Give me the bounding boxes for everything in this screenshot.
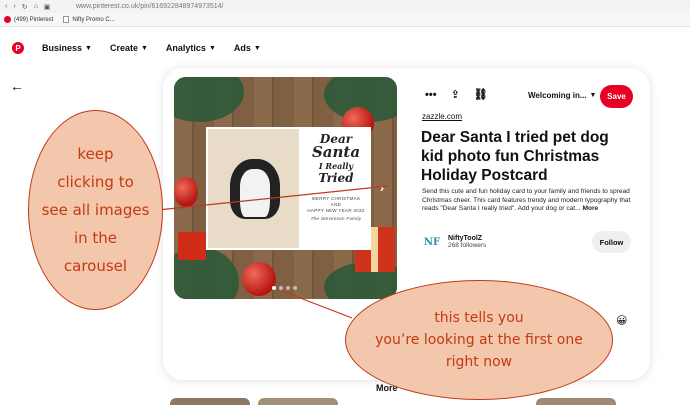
greeting-line: AND (330, 202, 342, 207)
bookmark-label: Nifty Promo C... (72, 16, 115, 23)
dog-photo (230, 159, 280, 219)
url-text[interactable]: www.pinterest.co.uk/pin/6169228489749735… (76, 3, 224, 10)
script-line: Santa (311, 143, 361, 161)
chevron-down-icon: ▼ (208, 44, 216, 52)
related-pin-thumbnail[interactable] (258, 398, 338, 405)
pinterest-logo-icon[interactable]: P (12, 42, 24, 54)
carousel-next-arrow-icon[interactable]: › (380, 181, 384, 195)
more-options-icon[interactable]: ••• (425, 89, 437, 101)
follow-button[interactable]: Follow (592, 231, 631, 253)
nav-label: Analytics (165, 43, 206, 53)
creator-name[interactable]: NiftyToolZ (448, 235, 486, 242)
carousel-dot[interactable] (293, 286, 297, 290)
annotation-line: right now (445, 354, 513, 370)
related-pin-thumbnail[interactable] (170, 398, 250, 405)
browser-nav-buttons: ‹ › ↻ ⌂ ▣ (0, 3, 70, 11)
chevron-down-icon: ▼ (253, 44, 261, 52)
related-pin-thumbnail[interactable] (536, 398, 616, 405)
bookmark-label: (499) Pinterest (14, 16, 54, 23)
nav-label: Business (42, 43, 83, 53)
creator-info[interactable]: NF NiftyToolZ 268 followers (422, 232, 486, 252)
pin-action-bar: ••• ⇪ ⛓ (425, 88, 488, 102)
reload-icon[interactable]: ↻ (22, 3, 28, 11)
pinterest-favicon-icon (4, 16, 11, 23)
family-name: The Stevenson Family (310, 216, 362, 221)
nav-business[interactable]: Business ▼ (42, 43, 92, 53)
nav-ads[interactable]: Ads ▼ (234, 43, 261, 53)
creator-avatar: NF (423, 236, 441, 248)
follower-count: 268 followers (448, 242, 487, 249)
annotation-line: in the (73, 229, 118, 247)
carousel-indicator (272, 286, 297, 290)
board-selector[interactable]: Welcoming in... ▼ (528, 91, 596, 100)
annotation-line: see all images (41, 201, 150, 219)
annotation-line: this tells you (434, 310, 524, 326)
annotation-line: you’re looking at the first one (375, 332, 583, 348)
ornament-ball (174, 177, 198, 207)
more-link[interactable]: More (582, 205, 598, 212)
annotation-line: keep (77, 145, 114, 163)
bookmark-pinterest[interactable]: (499) Pinterest (4, 16, 53, 23)
bookmarks-bar: (499) Pinterest Nifty Promo C... (0, 13, 690, 27)
lock-icon: ▣ (43, 3, 51, 11)
postcard-photo (206, 127, 301, 250)
board-name: Welcoming in... (528, 91, 587, 100)
pinterest-header: P Business ▼ Create ▼ Analytics ▼ Ads ▼ (0, 27, 690, 69)
carousel-dot[interactable] (286, 286, 290, 290)
pin-image-carousel[interactable]: Dear Santa I Really Tried MERRY CHRISTMA… (174, 77, 397, 299)
chevron-down-icon: ▼ (140, 44, 148, 52)
greeting-line: HAPPY NEW YEAR 2032 (307, 208, 365, 213)
postcard-text-panel: Dear Santa I Really Tried MERRY CHRISTMA… (301, 127, 371, 250)
carousel-dot[interactable] (279, 286, 283, 290)
bookmark-nifty[interactable]: Nifty Promo C... (63, 16, 115, 23)
script-line: Tried (318, 171, 354, 185)
postcard-script-text: Dear Santa I Really Tried (301, 133, 371, 184)
nav-label: Create (109, 43, 138, 53)
annotation-right-bubble: this tells you you’re looking at the fir… (345, 280, 613, 400)
annotation-line: carousel (63, 257, 128, 275)
back-arrow-icon[interactable]: ← (10, 78, 24, 94)
home-icon[interactable]: ⌂ (34, 3, 38, 11)
chevron-down-icon: ▼ (85, 44, 92, 52)
nav-label: Ads (233, 43, 251, 53)
chevron-down-icon: ▼ (589, 92, 597, 99)
save-button[interactable]: Save (600, 85, 633, 108)
emoji-icon[interactable]: 😀 (616, 314, 627, 327)
greeting-line: MERRY CHRISTMAS (311, 196, 361, 201)
browser-address-bar: ‹ › ↻ ⌂ ▣ www.pinterest.co.uk/pin/616922… (0, 0, 690, 13)
forward-arrow-icon[interactable]: › (13, 3, 15, 11)
share-icon[interactable]: ⇪ (451, 88, 460, 101)
back-arrow-icon[interactable]: ‹ (5, 3, 7, 11)
source-link[interactable]: zazzle.com (422, 112, 462, 121)
link-icon[interactable]: ⛓ (474, 88, 488, 101)
document-icon (63, 16, 70, 23)
carousel-dot-active[interactable] (272, 286, 276, 290)
annotation-line: clicking to (57, 173, 134, 191)
nav-create[interactable]: Create ▼ (110, 43, 148, 53)
gift-box (178, 232, 206, 260)
nav-analytics[interactable]: Analytics ▼ (166, 43, 216, 53)
annotation-left-bubble: keep clicking to see all images in the c… (28, 110, 163, 310)
description-text: Send this cute and fun holiday card to y… (422, 188, 631, 212)
ornament-ball (242, 262, 276, 296)
pin-description: Send this cute and fun holiday card to y… (422, 188, 634, 214)
pin-title: Dear Santa I tried pet dog kid photo fun… (421, 129, 609, 184)
